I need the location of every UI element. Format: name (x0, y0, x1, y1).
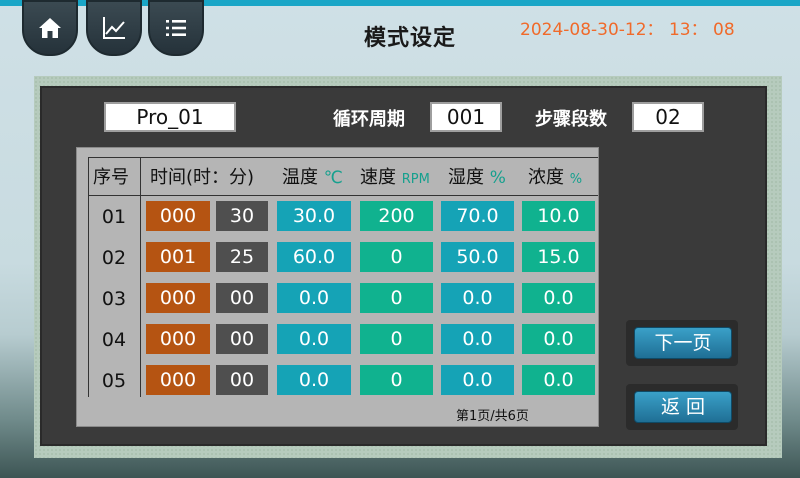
speed-cell[interactable]: 0 (360, 324, 433, 354)
home-icon (39, 18, 61, 38)
seq-column-border-left (88, 157, 89, 397)
row-seq: 04 (101, 329, 127, 351)
cycle-field[interactable]: 001 (430, 102, 502, 132)
humidity-cell[interactable]: 0.0 (441, 324, 514, 354)
temperature-cell[interactable]: 30.0 (277, 201, 351, 231)
speed-cell[interactable]: 0 (360, 283, 433, 313)
cycle-label: 循环周期 (333, 109, 405, 130)
header-humidity: 湿度 % (448, 167, 506, 188)
steps-field[interactable]: 02 (632, 102, 704, 132)
speed-cell[interactable]: 0 (360, 365, 433, 395)
hour-cell[interactable]: 001 (146, 242, 210, 272)
humidity-cell[interactable]: 50.0 (441, 242, 514, 272)
temperature-cell[interactable]: 60.0 (277, 242, 351, 272)
header-seq: 序号 (93, 167, 129, 188)
back-button[interactable]: 返 回 (634, 391, 732, 423)
chart-button[interactable] (86, 0, 142, 56)
home-button[interactable] (22, 0, 78, 56)
hour-cell[interactable]: 000 (146, 201, 210, 231)
header-concentration: 浓度 % (528, 167, 583, 188)
row-seq: 02 (101, 247, 127, 269)
datetime-display: 2024-08-30-12： 13： 08 (520, 20, 735, 40)
concentration-cell[interactable]: 15.0 (522, 242, 595, 272)
temp-unit: ℃ (323, 168, 343, 188)
humidity-unit: % (489, 168, 506, 188)
header-temp: 温度 ℃ (282, 167, 343, 188)
minute-cell[interactable]: 30 (216, 201, 268, 231)
header-border-bottom (88, 195, 598, 196)
speed-cell[interactable]: 0 (360, 242, 433, 272)
concentration-cell[interactable]: 10.0 (522, 201, 595, 231)
concentration-unit: % (569, 172, 583, 187)
row-seq: 03 (101, 288, 127, 310)
concentration-cell[interactable]: 0.0 (522, 283, 595, 313)
header-border-top (88, 157, 598, 158)
seq-column-border-right (140, 157, 141, 397)
hour-cell[interactable]: 000 (146, 283, 210, 313)
row-seq: 05 (101, 370, 127, 392)
concentration-cell[interactable]: 0.0 (522, 324, 595, 354)
header-speed: 速度 RPM (360, 167, 430, 188)
minute-cell[interactable]: 00 (216, 283, 268, 313)
humidity-cell[interactable]: 0.0 (441, 283, 514, 313)
humidity-cell[interactable]: 70.0 (441, 201, 514, 231)
temperature-cell[interactable]: 0.0 (277, 365, 351, 395)
row-seq: 01 (101, 206, 127, 228)
next-page-button[interactable]: 下一页 (634, 327, 732, 359)
minute-cell[interactable]: 00 (216, 324, 268, 354)
concentration-cell[interactable]: 0.0 (522, 365, 595, 395)
minute-cell[interactable]: 00 (216, 365, 268, 395)
speed-unit: RPM (401, 172, 430, 187)
temperature-cell[interactable]: 0.0 (277, 324, 351, 354)
list-icon (166, 20, 186, 36)
page-indicator: 第1页/共6页 (456, 409, 529, 424)
list-button[interactable] (148, 0, 204, 56)
speed-cell[interactable]: 200 (360, 201, 433, 231)
minute-cell[interactable]: 25 (216, 242, 268, 272)
humidity-cell[interactable]: 0.0 (441, 365, 514, 395)
header-time: 时间(时：分) (150, 167, 255, 188)
hour-cell[interactable]: 000 (146, 365, 210, 395)
program-name-field[interactable]: Pro_01 (104, 102, 236, 132)
line-chart-icon (103, 17, 125, 39)
steps-label: 步骤段数 (535, 109, 607, 130)
page-title: 模式设定 (363, 26, 456, 51)
hour-cell[interactable]: 000 (146, 324, 210, 354)
temperature-cell[interactable]: 0.0 (277, 283, 351, 313)
